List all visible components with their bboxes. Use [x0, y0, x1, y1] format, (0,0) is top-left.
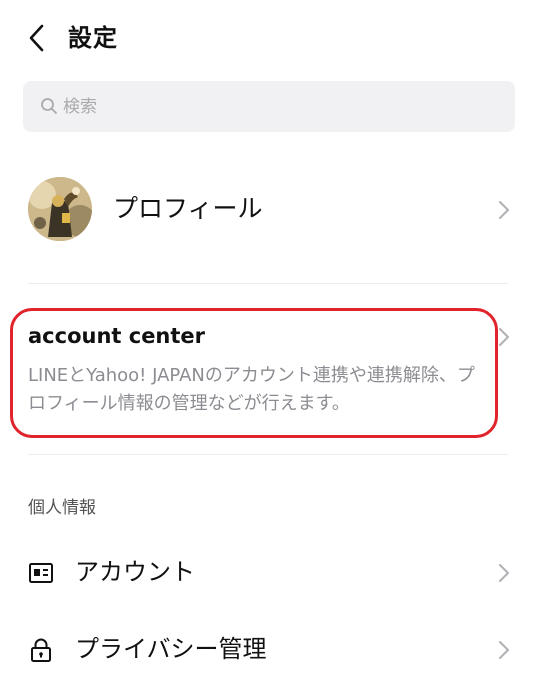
chevron-left-icon	[29, 24, 44, 52]
account-center-description: LINEとYahoo! JAPANのアカウント連携や連携解除、プロフィール情報の…	[28, 365, 475, 414]
avatar-image	[28, 177, 92, 241]
search-bar[interactable]	[23, 81, 515, 132]
account-center-row[interactable]: account center LINEとYahoo! JAPANのアカウント連携…	[0, 300, 536, 448]
header: 設定	[0, 0, 536, 78]
avatar	[28, 177, 92, 241]
page-title: 設定	[68, 24, 118, 52]
profile-label: プロフィール	[113, 194, 263, 223]
divider	[28, 283, 508, 284]
chevron-right-icon	[499, 201, 509, 219]
divider	[28, 454, 508, 455]
id-card-icon	[29, 563, 53, 583]
lock-icon	[31, 638, 51, 662]
search-input[interactable]	[63, 81, 503, 132]
account-center-title: account center	[28, 324, 206, 348]
menu-item-account[interactable]: アカウント	[0, 540, 536, 604]
menu-item-privacy[interactable]: プライバシー管理	[0, 617, 536, 681]
section-title-personal-info: 個人情報	[28, 498, 96, 518]
chevron-right-icon	[499, 641, 509, 659]
search-icon	[41, 98, 57, 114]
menu-item-label: プライバシー管理	[75, 635, 267, 663]
profile-row[interactable]: プロフィール	[0, 168, 536, 250]
back-button[interactable]	[24, 22, 52, 54]
chevron-right-icon	[499, 564, 509, 582]
menu-item-label: アカウント	[75, 558, 195, 586]
chevron-right-icon	[499, 328, 509, 346]
